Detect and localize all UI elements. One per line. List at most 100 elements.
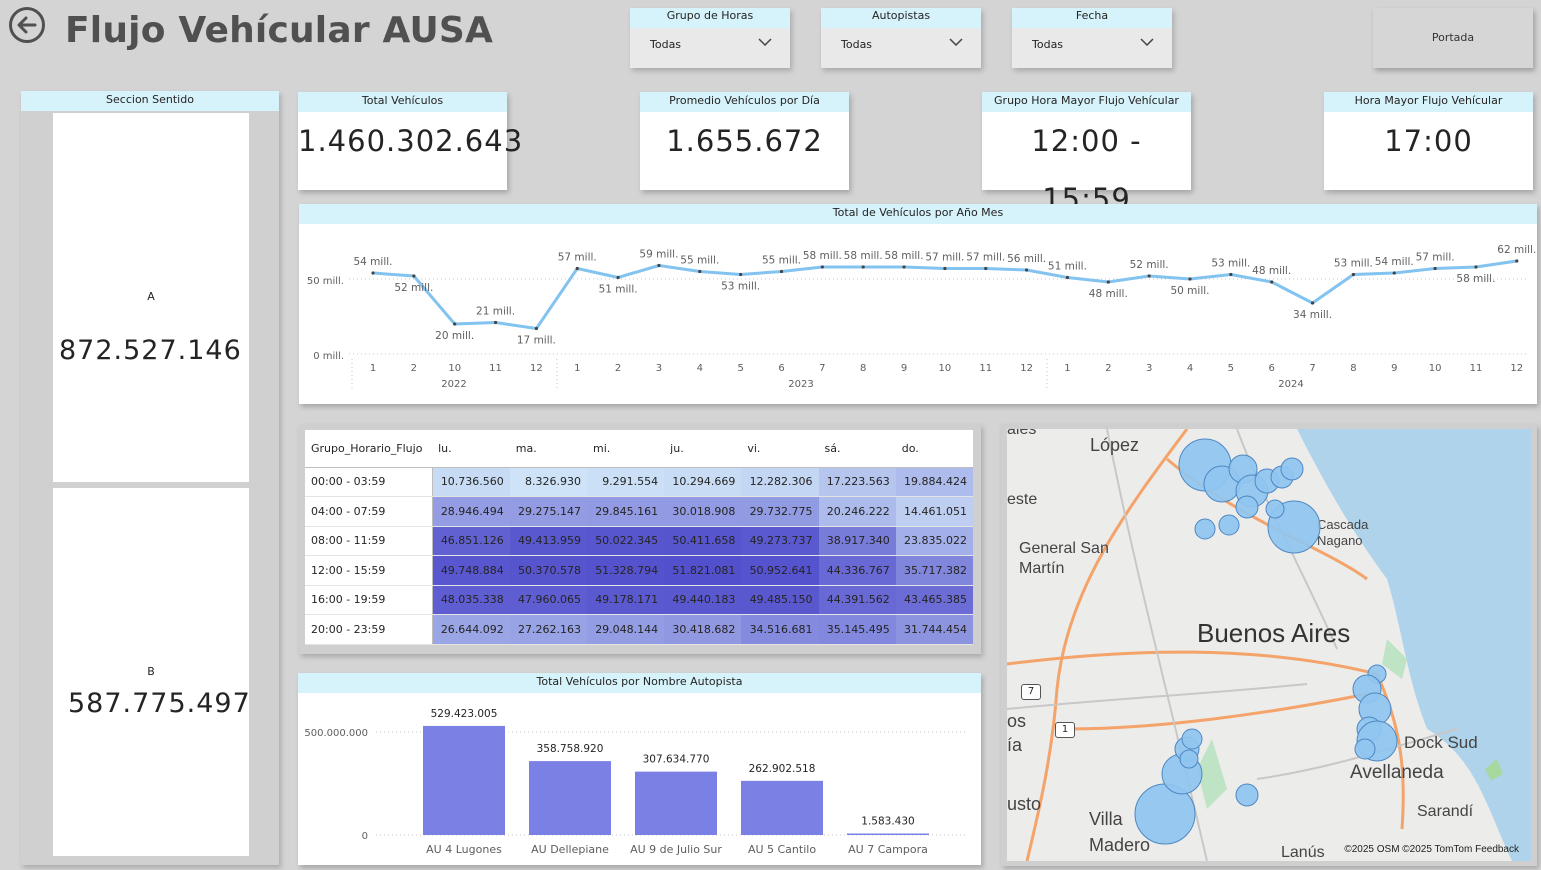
matrix-cell[interactable]: 50.022.345	[586, 526, 665, 556]
matrix-row-header[interactable]: 04:00 - 07:59	[305, 496, 433, 527]
matrix-row-header[interactable]: 12:00 - 15:59	[305, 555, 433, 586]
data-point[interactable]	[1310, 301, 1315, 305]
matrix-row-header[interactable]: 20:00 - 23:59	[305, 614, 433, 645]
matrix-cell[interactable]: 49.485.150	[741, 585, 819, 615]
map-bubble[interactable]	[1235, 495, 1259, 519]
matrix-cell[interactable]: 43.465.385	[895, 585, 973, 615]
matrix-cell[interactable]: 49.178.171	[586, 585, 665, 615]
matrix-row[interactable]: 20:00 - 23:59 26.644.092 27.262.163 29.048.…	[305, 614, 973, 645]
map-bubble[interactable]	[1235, 783, 1259, 807]
data-point[interactable]	[902, 265, 906, 269]
matrix-row-header[interactable]: 00:00 - 03:59	[305, 467, 433, 497]
matrix-cell[interactable]: 34.516.681	[741, 614, 819, 645]
data-point[interactable]	[453, 322, 457, 326]
data-point[interactable]	[698, 269, 702, 274]
bar[interactable]	[847, 833, 929, 836]
matrix-cell[interactable]: 10.736.560	[432, 467, 510, 497]
matrix-row[interactable]: 16:00 - 19:59 48.035.338 47.960.065 49.178.…	[305, 585, 973, 615]
matrix-cell[interactable]: 14.461.051	[895, 496, 973, 527]
data-point[interactable]	[861, 265, 865, 269]
seccion-b-card[interactable]: B 587.775.497	[53, 488, 250, 856]
map-attribution[interactable]: ©2025 OSM ©2025 TomTom Feedback	[1344, 844, 1519, 855]
data-point[interactable]	[1106, 280, 1110, 284]
matrix-cell[interactable]: 20.246.222	[818, 496, 896, 527]
matrix-corner-header[interactable]: Grupo_Horario_Flujo	[305, 430, 433, 468]
matrix-row-header[interactable]: 08:00 - 11:59	[305, 526, 433, 556]
data-point[interactable]	[820, 265, 824, 269]
data-point[interactable]	[984, 266, 988, 271]
chevron-down-icon[interactable]	[949, 38, 963, 46]
data-point[interactable]	[1229, 272, 1233, 277]
matrix-cell[interactable]: 44.336.767	[818, 555, 896, 586]
matrix-day-header[interactable]: sá.	[818, 430, 896, 468]
data-point[interactable]	[575, 266, 579, 271]
data-point[interactable]	[1474, 265, 1478, 269]
matrix-cell[interactable]: 12.282.306	[741, 467, 819, 497]
data-point[interactable]	[1065, 275, 1070, 280]
matrix-day-header[interactable]: vi.	[741, 430, 819, 468]
map-bubbles[interactable]	[1007, 429, 1531, 861]
matrix-day-header[interactable]: mi.	[586, 430, 665, 468]
matrix-day-header[interactable]: do.	[895, 430, 973, 468]
bar[interactable]	[741, 780, 823, 835]
map-bubble[interactable]	[1218, 514, 1240, 536]
matrix-cell[interactable]: 19.884.424	[895, 467, 973, 497]
matrix-cell[interactable]: 29.048.144	[586, 614, 665, 645]
data-point[interactable]	[1515, 259, 1519, 263]
data-point[interactable]	[739, 272, 743, 277]
chevron-down-icon[interactable]	[1140, 38, 1154, 46]
seccion-a-card[interactable]: A 872.527.146	[53, 113, 249, 482]
data-point[interactable]	[412, 274, 416, 278]
matrix-row[interactable]: 00:00 - 03:59 10.736.560 8.326.930 9.291.55…	[305, 467, 973, 497]
data-point[interactable]	[1351, 272, 1355, 277]
data-point[interactable]	[371, 271, 375, 275]
matrix-cell[interactable]: 50.411.658	[664, 526, 742, 556]
matrix-cell[interactable]: 29.845.161	[586, 496, 665, 527]
matrix-cell[interactable]: 29.732.775	[741, 496, 819, 527]
chevron-down-icon[interactable]	[758, 38, 772, 46]
matrix-cell[interactable]: 44.391.562	[818, 585, 896, 615]
matrix-day-header[interactable]: ma.	[509, 430, 587, 468]
matrix-day-header[interactable]: lu.	[432, 430, 510, 468]
data-point[interactable]	[616, 275, 620, 280]
matrix-cell[interactable]: 10.294.669	[664, 467, 742, 497]
matrix-cell[interactable]: 50.370.578	[509, 555, 587, 586]
slicer-grupo-horas[interactable]: Grupo de Horas Todas	[630, 8, 790, 68]
matrix-cell[interactable]: 28.946.494	[432, 496, 510, 527]
matrix-cell[interactable]: 38.917.340	[818, 526, 896, 556]
bar[interactable]	[423, 725, 505, 835]
data-point[interactable]	[1270, 280, 1274, 284]
matrix-cell[interactable]: 47.960.065	[509, 585, 587, 615]
matrix-cell[interactable]: 48.035.338	[432, 585, 510, 615]
bar-chart[interactable]: 500.000.000 0 529.423.005 AU 4 Lugones 358…	[298, 693, 981, 865]
matrix-row[interactable]: 08:00 - 11:59 46.851.126 49.413.959 50.022.…	[305, 526, 973, 556]
data-point[interactable]	[534, 326, 538, 331]
matrix-row-header[interactable]: 16:00 - 19:59	[305, 585, 433, 615]
series-line[interactable]	[372, 259, 1518, 330]
data-point[interactable]	[1025, 268, 1029, 272]
map-visual[interactable]: López General San Martín Cascada Nagano …	[1007, 429, 1531, 861]
matrix-cell[interactable]: 35.145.495	[818, 614, 896, 645]
matrix-row[interactable]: 04:00 - 07:59 28.946.494 29.275.147 29.845.…	[305, 496, 973, 527]
matrix-cell[interactable]: 27.262.163	[509, 614, 587, 645]
slicer-autopistas[interactable]: Autopistas Todas	[821, 8, 981, 68]
matrix-day-header[interactable]: ju.	[664, 430, 742, 468]
matrix-cell[interactable]: 30.418.682	[664, 614, 742, 645]
matrix-cell[interactable]: 46.851.126	[432, 526, 510, 556]
matrix-cell[interactable]: 26.644.092	[432, 614, 510, 645]
matrix-cell[interactable]: 35.717.382	[895, 555, 973, 586]
map-bubble[interactable]	[1280, 457, 1304, 481]
map-bubble[interactable]	[1194, 518, 1216, 540]
data-point[interactable]	[943, 266, 947, 271]
back-arrow-icon[interactable]	[8, 6, 46, 44]
map-bubble[interactable]	[1354, 738, 1376, 760]
matrix-cell[interactable]: 17.223.563	[818, 467, 896, 497]
matrix-cell[interactable]: 51.821.081	[664, 555, 742, 586]
matrix-cell[interactable]: 9.291.554	[586, 467, 665, 497]
data-point[interactable]	[1433, 266, 1437, 271]
matrix-cell[interactable]: 49.748.884	[432, 555, 510, 586]
map-bubble[interactable]	[1181, 728, 1203, 750]
data-point[interactable]	[657, 263, 661, 268]
matrix-cell[interactable]: 49.413.959	[509, 526, 587, 556]
matrix-cell[interactable]: 50.952.641	[741, 555, 819, 586]
